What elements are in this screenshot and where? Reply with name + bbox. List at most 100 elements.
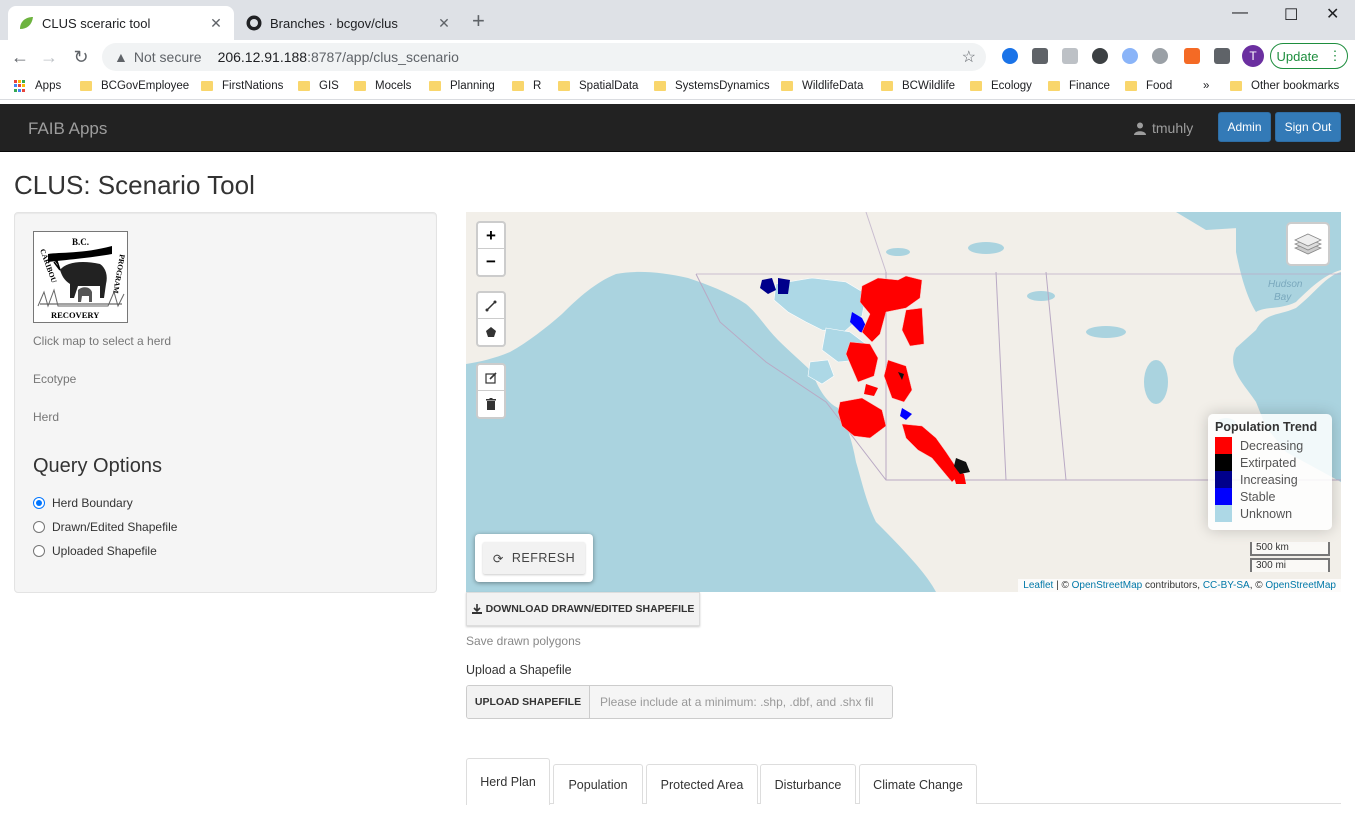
download-shapefile-button[interactable]: DOWNLOAD DRAWN/EDITED SHAPEFILE <box>466 592 700 626</box>
leaflet-map[interactable]: Hudson Bay + − Population Trend Decreasi… <box>466 212 1341 592</box>
address-bar[interactable]: ▲ Not secure 206.12.91.188 :8787/app/clu… <box>102 43 986 71</box>
bookmark-star-icon[interactable]: ☆ <box>962 47 976 67</box>
extension-face-icon[interactable] <box>1152 48 1168 64</box>
bookmark-label: Other bookmarks <box>1251 80 1340 92</box>
edit-layers-icon[interactable] <box>478 365 504 391</box>
draw-toolbar <box>476 291 506 347</box>
forward-icon[interactable]: → <box>38 46 60 68</box>
browser-tab-github[interactable]: Branches · bcgov/clus ✕ <box>236 6 462 40</box>
admin-button[interactable]: Admin <box>1218 112 1271 142</box>
attrib-sep: , © <box>1249 580 1266 591</box>
radio-unchecked-icon[interactable] <box>33 545 45 557</box>
bookmark-label: Food <box>1146 80 1173 92</box>
attrib-sep: | © <box>1053 580 1072 591</box>
bookmark-label: WildlifeData <box>802 80 864 92</box>
bookmarks-overflow[interactable]: » <box>1203 80 1209 92</box>
population-trend-legend: Population Trend Decreasing Extirpated I… <box>1208 414 1332 530</box>
bookmark-folder[interactable]: WildlifeData <box>781 80 863 92</box>
back-icon[interactable]: ← <box>9 46 31 68</box>
bookmark-folder[interactable]: Food <box>1125 80 1172 92</box>
folder-icon <box>881 81 893 91</box>
radio-drawn-shapefile[interactable]: Drawn/Edited Shapefile <box>33 520 177 534</box>
radio-unchecked-icon[interactable] <box>33 521 45 533</box>
bookmark-folder[interactable]: FirstNations <box>201 80 283 92</box>
bookmark-folder[interactable]: Planning <box>429 80 495 92</box>
bookmark-folder[interactable]: Ecology <box>970 80 1032 92</box>
radio-herd-boundary[interactable]: Herd Boundary <box>33 496 133 510</box>
minimize-icon[interactable]: — <box>1232 4 1248 22</box>
osm-link[interactable]: OpenStreetMap <box>1265 580 1336 591</box>
refresh-label: REFRESH <box>511 551 576 565</box>
bookmark-apps[interactable]: Apps <box>14 80 61 92</box>
ecotype-label: Ecotype <box>33 372 77 386</box>
trash-icon[interactable] <box>478 391 504 417</box>
tab-protected-area[interactable]: Protected Area <box>646 764 758 804</box>
url-path: :8787/app/clus_scenario <box>307 49 459 65</box>
upload-file-input[interactable]: Please include at a minimum: .shp, .dbf,… <box>590 686 892 718</box>
upload-shapefile-button[interactable]: UPLOAD SHAPEFILE <box>467 686 590 718</box>
bookmark-folder-other[interactable]: Other bookmarks <box>1230 80 1339 92</box>
bookmark-label: R <box>533 80 542 92</box>
legend-label: Decreasing <box>1240 438 1304 453</box>
extension-people-icon[interactable] <box>1122 48 1138 64</box>
update-button[interactable]: Update ⋮ <box>1270 43 1348 69</box>
page-title: CLUS: Scenario Tool <box>14 170 255 200</box>
leaflet-link[interactable]: Leaflet <box>1023 580 1053 591</box>
caribou-logo-icon: B.C. RECOVERY CARIBOU PROGRAM <box>34 232 127 322</box>
draw-polyline-icon[interactable] <box>478 293 504 319</box>
close-tab-icon[interactable]: ✕ <box>436 15 452 32</box>
bookmark-folder[interactable]: BCGovEmployee <box>80 80 189 92</box>
zoom-in-button[interactable]: + <box>478 223 504 249</box>
hudson-bay-label: Bay <box>1274 292 1292 303</box>
folder-icon <box>512 81 524 91</box>
maximize-icon[interactable]: ☐ <box>1284 5 1298 25</box>
osm-link[interactable]: OpenStreetMap <box>1072 580 1143 591</box>
upload-shapefile-control: UPLOAD SHAPEFILE Please include at a min… <box>466 685 893 719</box>
browser-tab-strip: CLUS sceraric tool ✕ Branches · bcgov/cl… <box>0 0 1355 40</box>
legend-label: Increasing <box>1240 472 1298 487</box>
radio-uploaded-shapefile[interactable]: Uploaded Shapefile <box>33 544 157 558</box>
zoom-out-button[interactable]: − <box>478 249 504 275</box>
bookmark-folder[interactable]: R <box>512 80 541 92</box>
tab-climate-change[interactable]: Climate Change <box>859 764 977 804</box>
sign-out-button[interactable]: Sign Out <box>1275 112 1341 142</box>
window-close-icon[interactable]: ✕ <box>1326 4 1339 24</box>
new-tab-icon[interactable]: + <box>472 10 485 32</box>
layers-icon[interactable] <box>1286 222 1330 266</box>
download-label: DOWNLOAD DRAWN/EDITED SHAPEFILE <box>485 603 695 615</box>
draw-polygon-icon[interactable] <box>478 319 504 345</box>
brand-title[interactable]: FAIB Apps <box>28 119 107 139</box>
cc-by-sa-link[interactable]: CC-BY-SA <box>1203 580 1250 591</box>
profile-avatar[interactable]: T <box>1242 45 1264 67</box>
radio-checked-icon[interactable] <box>33 497 45 509</box>
bookmark-folder[interactable]: SystemsDynamics <box>654 80 770 92</box>
refresh-button[interactable]: ⟳ REFRESH <box>483 542 585 574</box>
extensions-puzzle-icon[interactable] <box>1214 48 1230 64</box>
extension-n-icon[interactable] <box>1032 48 1048 64</box>
user-menu[interactable]: tmuhly <box>1134 120 1193 136</box>
extension-orange-icon[interactable] <box>1184 48 1200 64</box>
tab-population[interactable]: Population <box>553 764 643 804</box>
folder-icon <box>558 81 570 91</box>
bookmark-folder[interactable]: Finance <box>1048 80 1110 92</box>
zoom-control: + − <box>476 221 506 277</box>
basemap[interactable]: Hudson Bay <box>466 212 1341 592</box>
reload-icon[interactable]: ↻ <box>70 46 92 68</box>
tab-herd-plan[interactable]: Herd Plan <box>466 758 550 805</box>
bookmark-folder[interactable]: GIS <box>298 80 339 92</box>
bookmark-folder[interactable]: Mocels <box>354 80 411 92</box>
warning-icon: ▲ <box>114 49 128 65</box>
bookmark-folder[interactable]: SpatialData <box>558 80 638 92</box>
browser-tab-clus[interactable]: CLUS sceraric tool ✕ <box>8 6 234 40</box>
close-tab-icon[interactable]: ✕ <box>208 15 224 32</box>
extension-shield-icon[interactable] <box>1002 48 1018 64</box>
tab-disturbance[interactable]: Disturbance <box>760 764 856 804</box>
select-herd-hint: Click map to select a herd <box>33 334 172 348</box>
menu-dots-icon: ⋮ <box>1328 48 1342 63</box>
bookmark-folder[interactable]: BCWildlife <box>881 80 955 92</box>
bookmark-label: Planning <box>450 80 495 92</box>
extension-circle-icon[interactable] <box>1092 48 1108 64</box>
extension-card-icon[interactable] <box>1062 48 1078 64</box>
scale-km: 500 km <box>1250 542 1330 556</box>
apps-grid-icon <box>14 80 26 92</box>
